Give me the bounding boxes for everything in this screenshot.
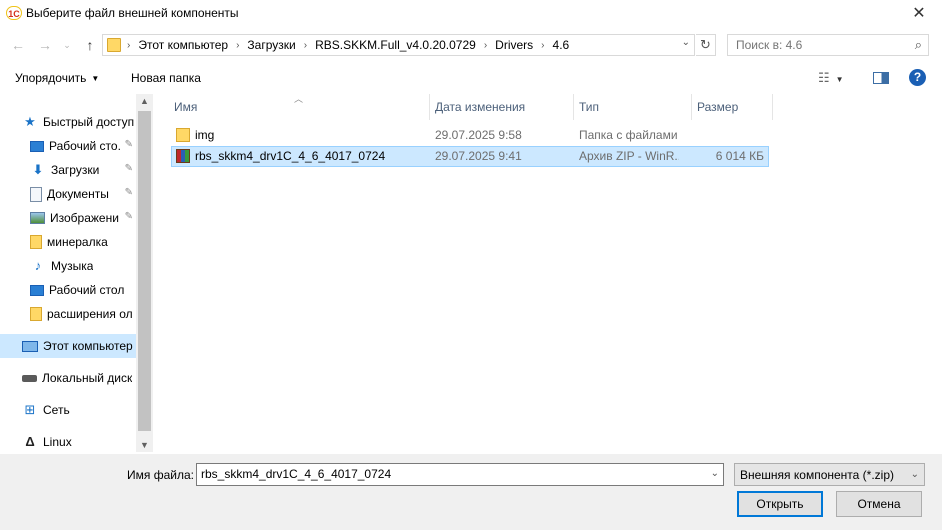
- folder-icon: [30, 235, 42, 249]
- desktop-icon: [30, 140, 44, 152]
- chevron-right-icon: ›: [236, 39, 240, 51]
- arrow-right-icon: →: [38, 37, 52, 53]
- title-bar: 1С Выберите файл внешней компоненты ✕: [0, 0, 942, 28]
- scroll-up-icon[interactable]: ▲: [136, 96, 153, 106]
- chevron-down-icon: ⌄: [910, 469, 919, 480]
- chevron-right-icon: ›: [541, 39, 545, 51]
- preview-pane-button[interactable]: [873, 72, 889, 84]
- window-title: Выберите файл внешней компоненты: [26, 6, 239, 20]
- filename-input[interactable]: [201, 467, 701, 481]
- column-headers: ︿ Имя Дата изменения Тип Размер: [170, 94, 774, 120]
- arrow-up-icon: ↑: [86, 37, 94, 53]
- column-header-size[interactable]: Размер: [693, 94, 773, 120]
- refresh-button[interactable]: ↻: [696, 34, 716, 56]
- navigation-pane: ★ Быстрый доступ Рабочий сто. ✎ ⬇ Загрузки ✎…: [0, 94, 153, 452]
- cancel-button[interactable]: Отмена: [836, 491, 922, 517]
- app-icon: 1С: [6, 6, 22, 20]
- caret-down-icon: ▼: [91, 74, 100, 84]
- chevron-down-icon: ⌄: [63, 40, 71, 50]
- download-icon: ⬇: [32, 162, 44, 177]
- nav-item-this-pc[interactable]: Этот компьютер: [0, 334, 136, 358]
- scrollbar-thumb[interactable]: [138, 111, 151, 431]
- folder-icon: [107, 38, 121, 52]
- pin-icon: ✎: [124, 187, 133, 198]
- dialog-footer: Имя файла: ⌄ Внешняя компонента (*.zip) …: [0, 454, 942, 530]
- file-type-select[interactable]: Внешняя компонента (*.zip) ⌄: [734, 463, 925, 486]
- nav-item-desktop-pinned[interactable]: Рабочий сто. ✎: [0, 134, 136, 158]
- folder-icon: [30, 307, 42, 321]
- nav-item-network[interactable]: ⊞ Сеть: [0, 398, 136, 422]
- nav-scrollbar[interactable]: ▲ ▼: [136, 94, 153, 452]
- chevron-down-icon: ⌄: [681, 37, 690, 48]
- filename-combobox[interactable]: ⌄: [196, 463, 724, 486]
- pin-icon: ✎: [124, 139, 133, 150]
- desktop-icon: [30, 284, 44, 296]
- forward-button[interactable]: →: [35, 35, 55, 55]
- breadcrumb-item[interactable]: RBS.SKKM.Full_v4.0.20.0729: [315, 38, 476, 52]
- nav-item-desktop[interactable]: Рабочий стол: [0, 278, 136, 302]
- star-icon: ★: [24, 114, 36, 129]
- chevron-right-icon: ›: [303, 39, 308, 51]
- breadcrumb-item[interactable]: Этот компьютер: [138, 38, 228, 52]
- command-bar: Упорядочить ▼ Новая папка ☷ ▼ ?: [0, 64, 942, 92]
- close-button[interactable]: ✕: [896, 0, 942, 28]
- back-button[interactable]: ←: [8, 35, 28, 55]
- breadcrumb-item[interactable]: Drivers: [495, 38, 533, 52]
- organize-button[interactable]: Упорядочить ▼: [15, 71, 99, 85]
- search-icon[interactable]: ⌕: [915, 37, 922, 53]
- organize-label: Упорядочить: [15, 71, 87, 85]
- file-type-label: Внешняя компонента (*.zip): [740, 468, 895, 482]
- nav-item-mineral[interactable]: минералка: [0, 230, 136, 254]
- file-row-selected[interactable]: rbs_skkm4_drv1C_4_6_4017_0724 29.07.2025…: [171, 146, 769, 167]
- details-view-icon: ☷: [818, 70, 830, 85]
- breadcrumb-item[interactable]: Загрузки: [247, 38, 295, 52]
- winrar-archive-icon: [176, 149, 190, 163]
- close-icon: ✕: [912, 5, 926, 22]
- linux-icon: Δ: [25, 434, 35, 449]
- column-header-name[interactable]: Имя: [170, 94, 430, 120]
- computer-icon: [22, 340, 38, 352]
- nav-item-linux[interactable]: Δ Linux: [0, 430, 136, 454]
- breadcrumb-item[interactable]: 4.6: [553, 38, 570, 52]
- change-view-button[interactable]: ☷ ▼: [818, 70, 844, 86]
- arrow-left-icon: ←: [11, 37, 25, 53]
- caret-down-icon: ▼: [835, 75, 844, 84]
- nav-item-local-disk[interactable]: Локальный диск: [0, 366, 136, 390]
- pin-icon: ✎: [124, 163, 133, 174]
- address-bar[interactable]: › Этот компьютер › Загрузки › RBS.SKKM.F…: [102, 34, 695, 56]
- new-folder-button[interactable]: Новая папка: [131, 71, 201, 85]
- pictures-icon: [30, 212, 45, 224]
- breadcrumb: › Этот компьютер › Загрузки › RBS.SKKM.F…: [127, 38, 569, 52]
- chevron-right-icon: ›: [483, 39, 488, 51]
- music-icon: ♪: [34, 258, 42, 273]
- search-box[interactable]: ⌕: [727, 34, 929, 56]
- refresh-icon: ↻: [700, 37, 711, 52]
- recent-locations-button[interactable]: ⌄: [60, 35, 74, 55]
- up-button[interactable]: ↑: [80, 35, 100, 55]
- filename-label: Имя файла:: [127, 468, 194, 482]
- nav-item-downloads[interactable]: ⬇ Загрузки ✎: [0, 158, 136, 182]
- chevron-down-icon[interactable]: ⌄: [711, 468, 719, 479]
- nav-item-images[interactable]: Изображени ✎: [0, 206, 136, 230]
- nav-item-quick-access[interactable]: ★ Быстрый доступ: [0, 110, 136, 134]
- drive-icon: [22, 374, 37, 382]
- column-header-type[interactable]: Тип: [575, 94, 692, 120]
- file-row[interactable]: img 29.07.2025 9:58 Папка с файлами: [171, 125, 769, 146]
- open-button[interactable]: Открыть: [737, 491, 823, 517]
- folder-icon: [176, 128, 190, 142]
- nav-item-extensions[interactable]: расширения ол: [0, 302, 136, 326]
- pin-icon: ✎: [124, 211, 133, 222]
- scroll-down-icon[interactable]: ▼: [136, 440, 153, 450]
- column-header-date[interactable]: Дата изменения: [431, 94, 574, 120]
- document-icon: [30, 186, 42, 202]
- nav-item-documents[interactable]: Документы ✎: [0, 182, 136, 206]
- network-icon: ⊞: [24, 402, 36, 417]
- nav-item-music[interactable]: ♪ Музыка: [0, 254, 136, 278]
- search-input[interactable]: [736, 38, 906, 52]
- help-button[interactable]: ?: [909, 69, 926, 86]
- address-dropdown-button[interactable]: ⌄: [682, 37, 690, 48]
- chevron-right-icon: ›: [127, 39, 131, 51]
